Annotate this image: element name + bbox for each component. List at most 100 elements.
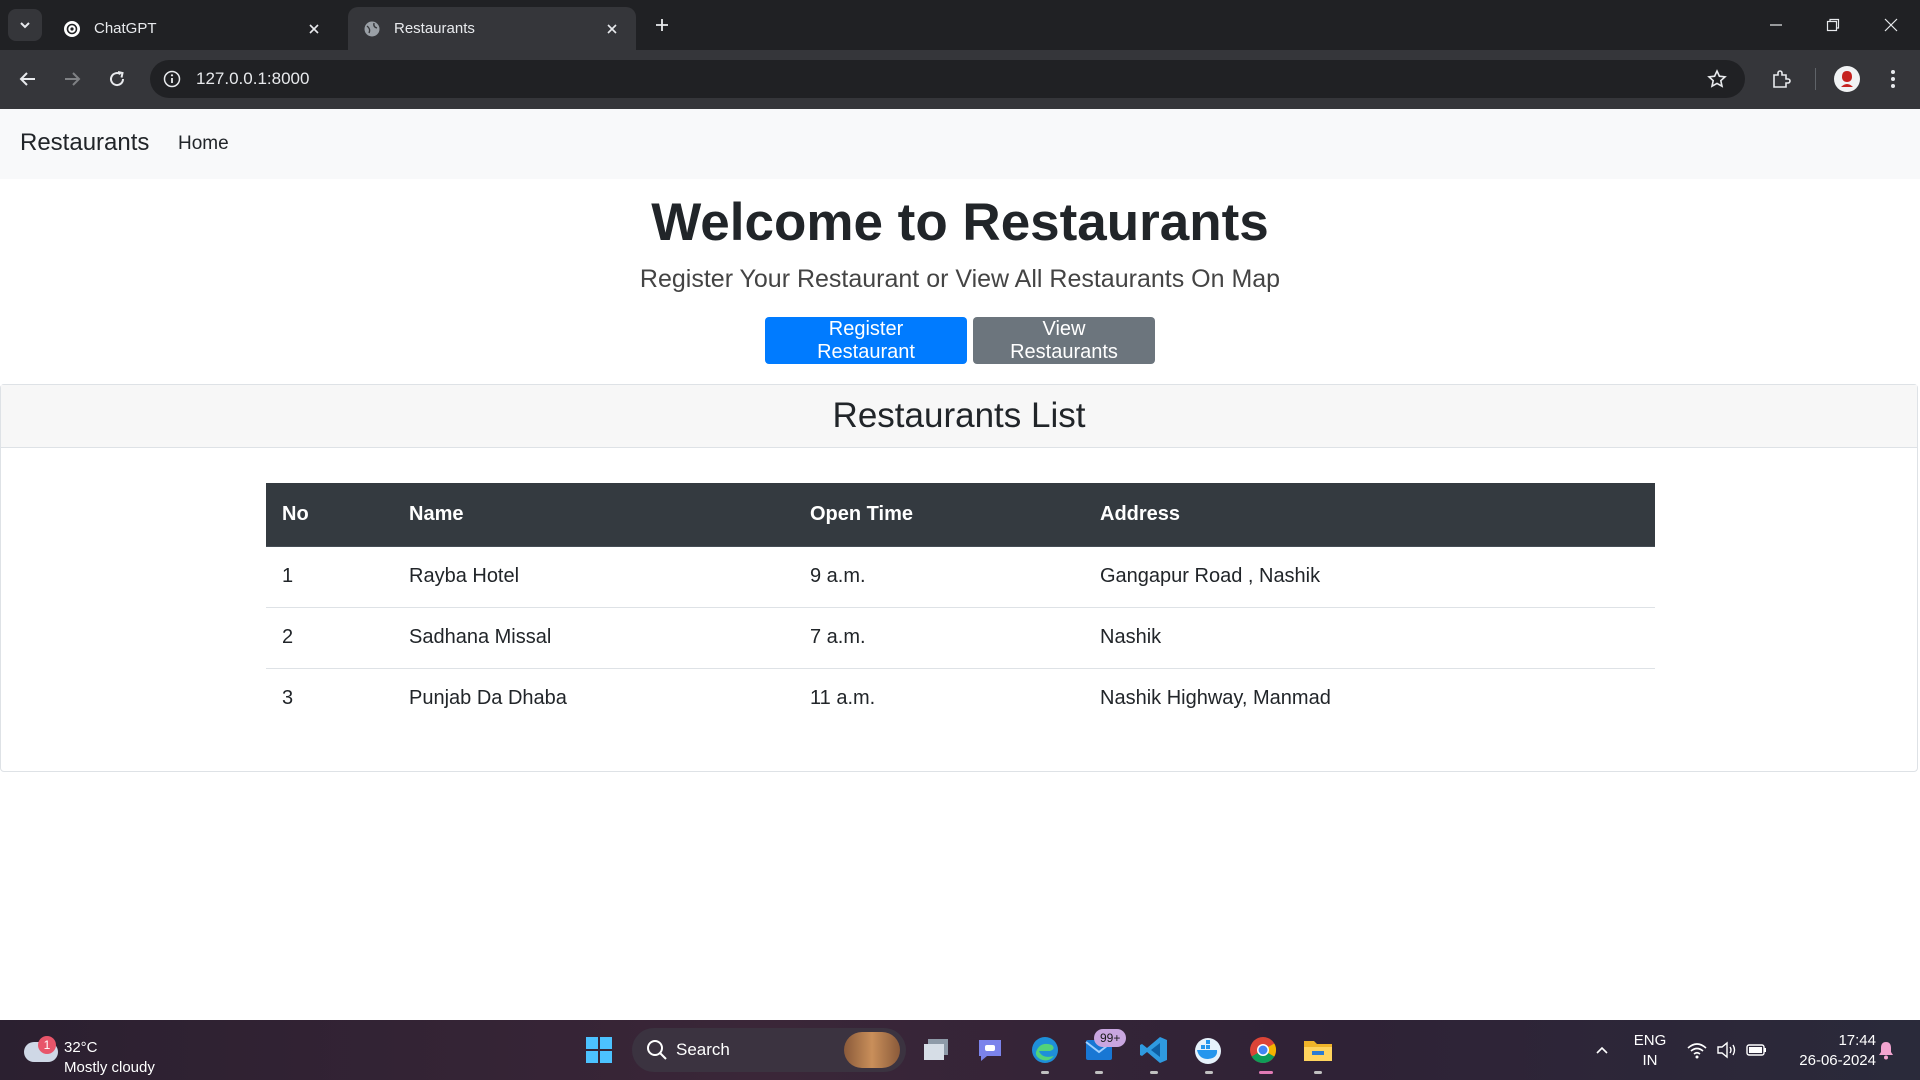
weather-temperature: 32°C	[64, 1039, 98, 1056]
weather-description: Mostly cloudy	[64, 1059, 155, 1076]
back-button[interactable]	[12, 63, 44, 95]
toolbar-divider	[1815, 68, 1816, 90]
browser-menu-button[interactable]	[1877, 63, 1909, 95]
page-viewport: Restaurants Home Welcome to Restaurants …	[0, 109, 1920, 1020]
bookmark-star-icon[interactable]	[1705, 67, 1729, 91]
taskbar: 1 32°C Mostly cloudy Search 99+ ENG IN 1…	[0, 1020, 1920, 1080]
folder-icon	[1304, 1041, 1332, 1061]
close-icon[interactable]	[304, 19, 324, 39]
windows-logo-icon	[586, 1037, 612, 1063]
start-button[interactable]	[581, 1032, 617, 1068]
table-row: 1 Rayba Hotel 9 a.m. Gangapur Road , Nas…	[266, 546, 1655, 607]
taskbar-search[interactable]: Search	[632, 1028, 906, 1072]
search-icon	[647, 1040, 667, 1060]
url-text[interactable]: 127.0.0.1:8000	[196, 69, 309, 89]
chrome-icon	[1250, 1037, 1277, 1064]
column-header-open-time: Open Time	[794, 483, 1084, 547]
language-code[interactable]: ENG	[1630, 1032, 1670, 1049]
page-subtitle: Register Your Restaurant or View All Res…	[639, 265, 1281, 293]
close-icon	[1884, 18, 1898, 32]
register-restaurant-button[interactable]: Register Restaurant	[765, 317, 967, 364]
cell-address: Nashik Highway, Manmad	[1084, 667, 1655, 729]
minimize-button[interactable]	[1753, 10, 1799, 40]
task-view-icon	[924, 1039, 948, 1060]
tab-chatgpt[interactable]: ChatGPT	[48, 7, 338, 50]
address-bar[interactable]: 127.0.0.1:8000	[150, 60, 1745, 98]
extensions-button[interactable]	[1765, 63, 1797, 95]
reload-icon	[110, 71, 125, 87]
cell-name: Punjab Da Dhaba	[393, 667, 794, 729]
clock-time[interactable]: 17:44	[1780, 1032, 1876, 1049]
arrow-right-icon	[65, 72, 81, 86]
notification-badge: 1	[38, 1036, 56, 1054]
new-tab-button[interactable]	[650, 13, 674, 37]
region-code[interactable]: IN	[1630, 1052, 1670, 1069]
avatar	[1834, 66, 1860, 92]
table-row: 3 Punjab Da Dhaba 11 a.m. Nashik Highway…	[266, 667, 1655, 729]
reload-button[interactable]	[101, 63, 133, 95]
vscode-icon	[1140, 1037, 1167, 1063]
restore-icon	[1826, 18, 1840, 32]
tab-title: Restaurants	[394, 20, 475, 37]
more-vertical-icon	[1891, 70, 1895, 88]
restaurants-table: No Name Open Time Address 1 Rayba Hotel …	[266, 483, 1655, 729]
show-hidden-icons-button[interactable]	[1584, 1032, 1620, 1068]
hero-button-group: Register Restaurant View Restaurants	[0, 317, 1920, 364]
running-indicator	[1095, 1071, 1103, 1074]
navbar-brand[interactable]: Restaurants	[20, 129, 149, 157]
card-header: Restaurants List	[1, 385, 1917, 448]
view-restaurants-button[interactable]: View Restaurants	[973, 317, 1155, 364]
cell-name: Sadhana Missal	[393, 606, 794, 668]
notification-bell-icon[interactable]	[1868, 1032, 1904, 1068]
chevron-down-icon	[20, 22, 30, 29]
column-header-name: Name	[393, 483, 794, 547]
column-header-no: No	[266, 483, 393, 547]
restore-button[interactable]	[1810, 10, 1856, 40]
forward-button[interactable]	[56, 63, 88, 95]
restaurants-list-card: Restaurants List No Name Open Time Addre…	[0, 384, 1918, 772]
site-info-icon[interactable]	[160, 67, 184, 91]
edge-button[interactable]	[1027, 1032, 1063, 1068]
table-header-row: No Name Open Time Address	[266, 483, 1655, 547]
docker-button[interactable]	[1190, 1032, 1226, 1068]
cell-open-time: 7 a.m.	[794, 606, 1084, 668]
task-view-button[interactable]	[918, 1032, 954, 1068]
tab-search-button[interactable]	[8, 9, 42, 41]
cell-address: Gangapur Road , Nashik	[1100, 565, 1321, 587]
profile-button[interactable]	[1831, 63, 1863, 95]
weather-widget[interactable]: 1 32°C Mostly cloudy	[20, 1030, 180, 1076]
cell-no: 2	[266, 606, 393, 668]
puzzle-icon	[1773, 70, 1791, 88]
plus-icon	[656, 19, 668, 31]
edge-icon	[1032, 1037, 1058, 1063]
nav-link-home[interactable]: Home	[178, 133, 229, 155]
chrome-button[interactable]	[1245, 1032, 1281, 1068]
chat-icon	[979, 1040, 1001, 1061]
docker-whale-icon	[1195, 1038, 1221, 1064]
cell-address: Nashik	[1084, 606, 1655, 668]
cell-no: 3	[266, 667, 393, 729]
close-icon[interactable]	[602, 19, 622, 39]
running-indicator	[1205, 1071, 1213, 1074]
cell-open-time: 9 a.m.	[810, 565, 866, 587]
file-explorer-button[interactable]	[1300, 1032, 1336, 1068]
site-navbar: Restaurants Home	[0, 109, 1920, 179]
search-highlight-image	[844, 1032, 900, 1068]
running-indicator	[1041, 1071, 1049, 1074]
profile-avatar-icon	[1841, 71, 1853, 87]
close-window-button[interactable]	[1868, 10, 1914, 40]
cell-open-time: 11 a.m.	[794, 667, 1084, 729]
globe-icon	[362, 19, 382, 39]
column-header-address: Address	[1084, 483, 1655, 547]
tab-restaurants[interactable]: Restaurants	[348, 7, 636, 50]
tab-title: ChatGPT	[94, 20, 157, 37]
page-title: Welcome to Restaurants	[651, 193, 1269, 252]
cell-name: Rayba Hotel	[409, 565, 520, 587]
teams-chat-button[interactable]	[972, 1032, 1008, 1068]
browser-tab-strip: ChatGPT Restaurants	[0, 0, 1920, 50]
battery-icon[interactable]	[1739, 1032, 1775, 1068]
chevron-up-icon	[1596, 1046, 1608, 1054]
vscode-button[interactable]	[1136, 1032, 1172, 1068]
clock-date[interactable]: 26-06-2024	[1780, 1052, 1876, 1069]
minimize-icon	[1770, 24, 1782, 26]
